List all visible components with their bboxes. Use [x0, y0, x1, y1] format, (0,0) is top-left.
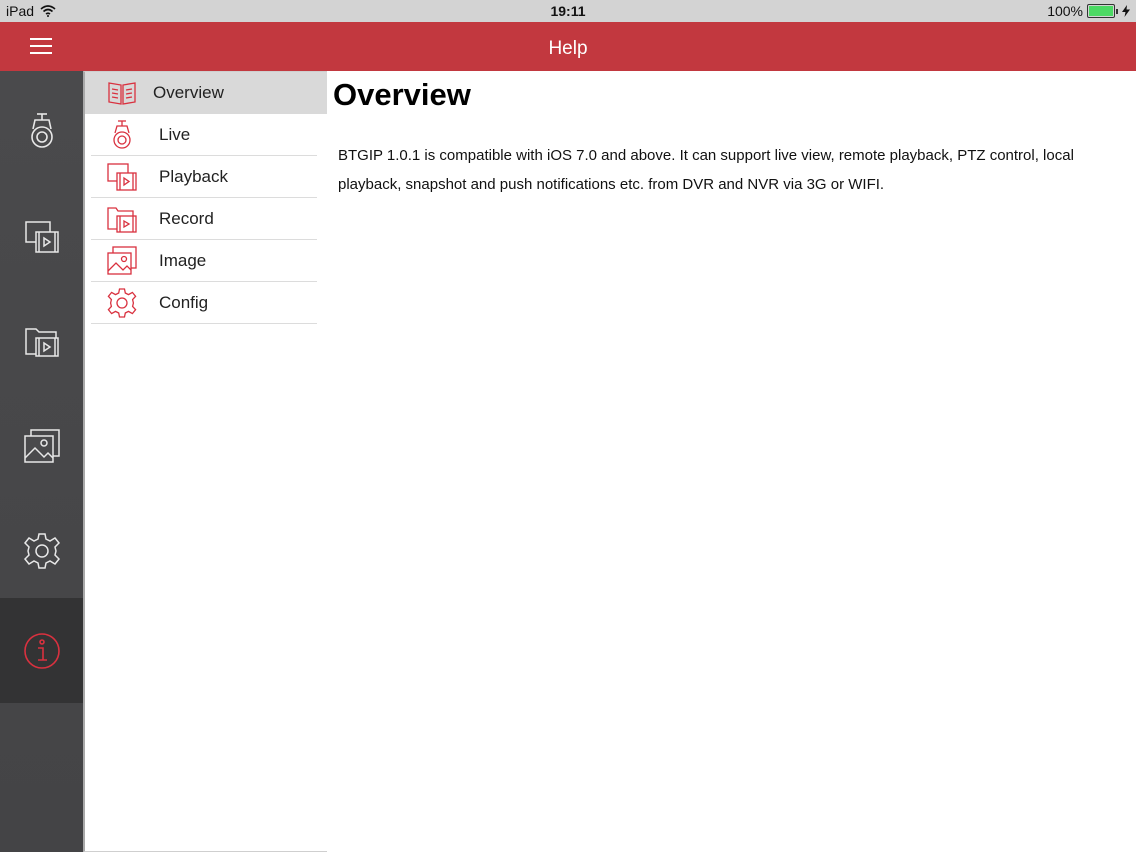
- image-icon: [107, 246, 137, 275]
- rail-item-help[interactable]: [0, 598, 83, 703]
- camera-icon: [113, 120, 131, 149]
- record-folder-icon: [107, 207, 137, 233]
- list-icon-wrap: [105, 244, 139, 278]
- help-item-label: Playback: [159, 167, 228, 186]
- rail-item-config[interactable]: [0, 498, 83, 603]
- help-item-playback[interactable]: Playback: [85, 156, 327, 198]
- content-body: BTGIP 1.0.1 is compatible with iOS 7.0 a…: [338, 147, 1074, 193]
- battery-icon: [1087, 4, 1115, 18]
- nav-bar: Help: [0, 22, 1136, 71]
- help-topic-list: Overview Live Playback Record Image Conf…: [83, 71, 328, 852]
- rail-item-image[interactable]: [0, 393, 83, 498]
- divider: [91, 323, 317, 324]
- side-rail: [0, 71, 83, 852]
- gear-icon: [107, 288, 137, 318]
- record-folder-icon: [24, 327, 59, 357]
- help-item-label: Image: [159, 251, 207, 270]
- help-item-label: Config: [159, 293, 209, 312]
- playback-icon: [24, 220, 59, 253]
- rail-item-record[interactable]: [0, 288, 83, 393]
- battery-percent: 100%: [1047, 3, 1083, 19]
- content-heading: Overview: [333, 77, 471, 112]
- page-title: Help: [548, 38, 588, 59]
- battery-tip: [1116, 8, 1118, 14]
- charging-bolt-icon: [1122, 5, 1130, 17]
- help-item-record[interactable]: Record: [85, 198, 327, 240]
- status-bar: iPad 19:11 100%: [0, 0, 1136, 22]
- help-item-image[interactable]: Image: [85, 240, 327, 282]
- image-icon: [23, 428, 60, 463]
- rail-item-playback[interactable]: [0, 183, 83, 288]
- list-icon-wrap: [105, 202, 139, 236]
- camera-icon: [30, 112, 53, 148]
- help-item-overview[interactable]: Overview: [85, 72, 327, 114]
- gear-icon: [23, 532, 60, 569]
- rail-item-live[interactable]: [0, 78, 83, 183]
- playback-icon: [107, 163, 137, 191]
- help-item-label: Live: [159, 125, 191, 144]
- help-item-label: Overview: [153, 83, 224, 102]
- list-icon-wrap: [105, 160, 139, 194]
- content-pane: Overview BTGIP 1.0.1 is compatible with …: [327, 71, 1136, 852]
- battery-fill: [1089, 6, 1113, 16]
- info-icon: [23, 632, 60, 669]
- book-icon: [108, 82, 136, 105]
- status-right: 100%: [1047, 3, 1130, 19]
- list-icon-wrap: [105, 286, 139, 320]
- help-item-live[interactable]: Live: [85, 114, 327, 156]
- list-icon-wrap: [105, 76, 139, 110]
- list-icon-wrap: [105, 118, 139, 152]
- help-item-label: Record: [159, 209, 214, 228]
- clock: 19:11: [550, 3, 586, 19]
- hamburger-menu-icon[interactable]: [30, 38, 52, 56]
- help-item-config[interactable]: Config: [85, 282, 327, 324]
